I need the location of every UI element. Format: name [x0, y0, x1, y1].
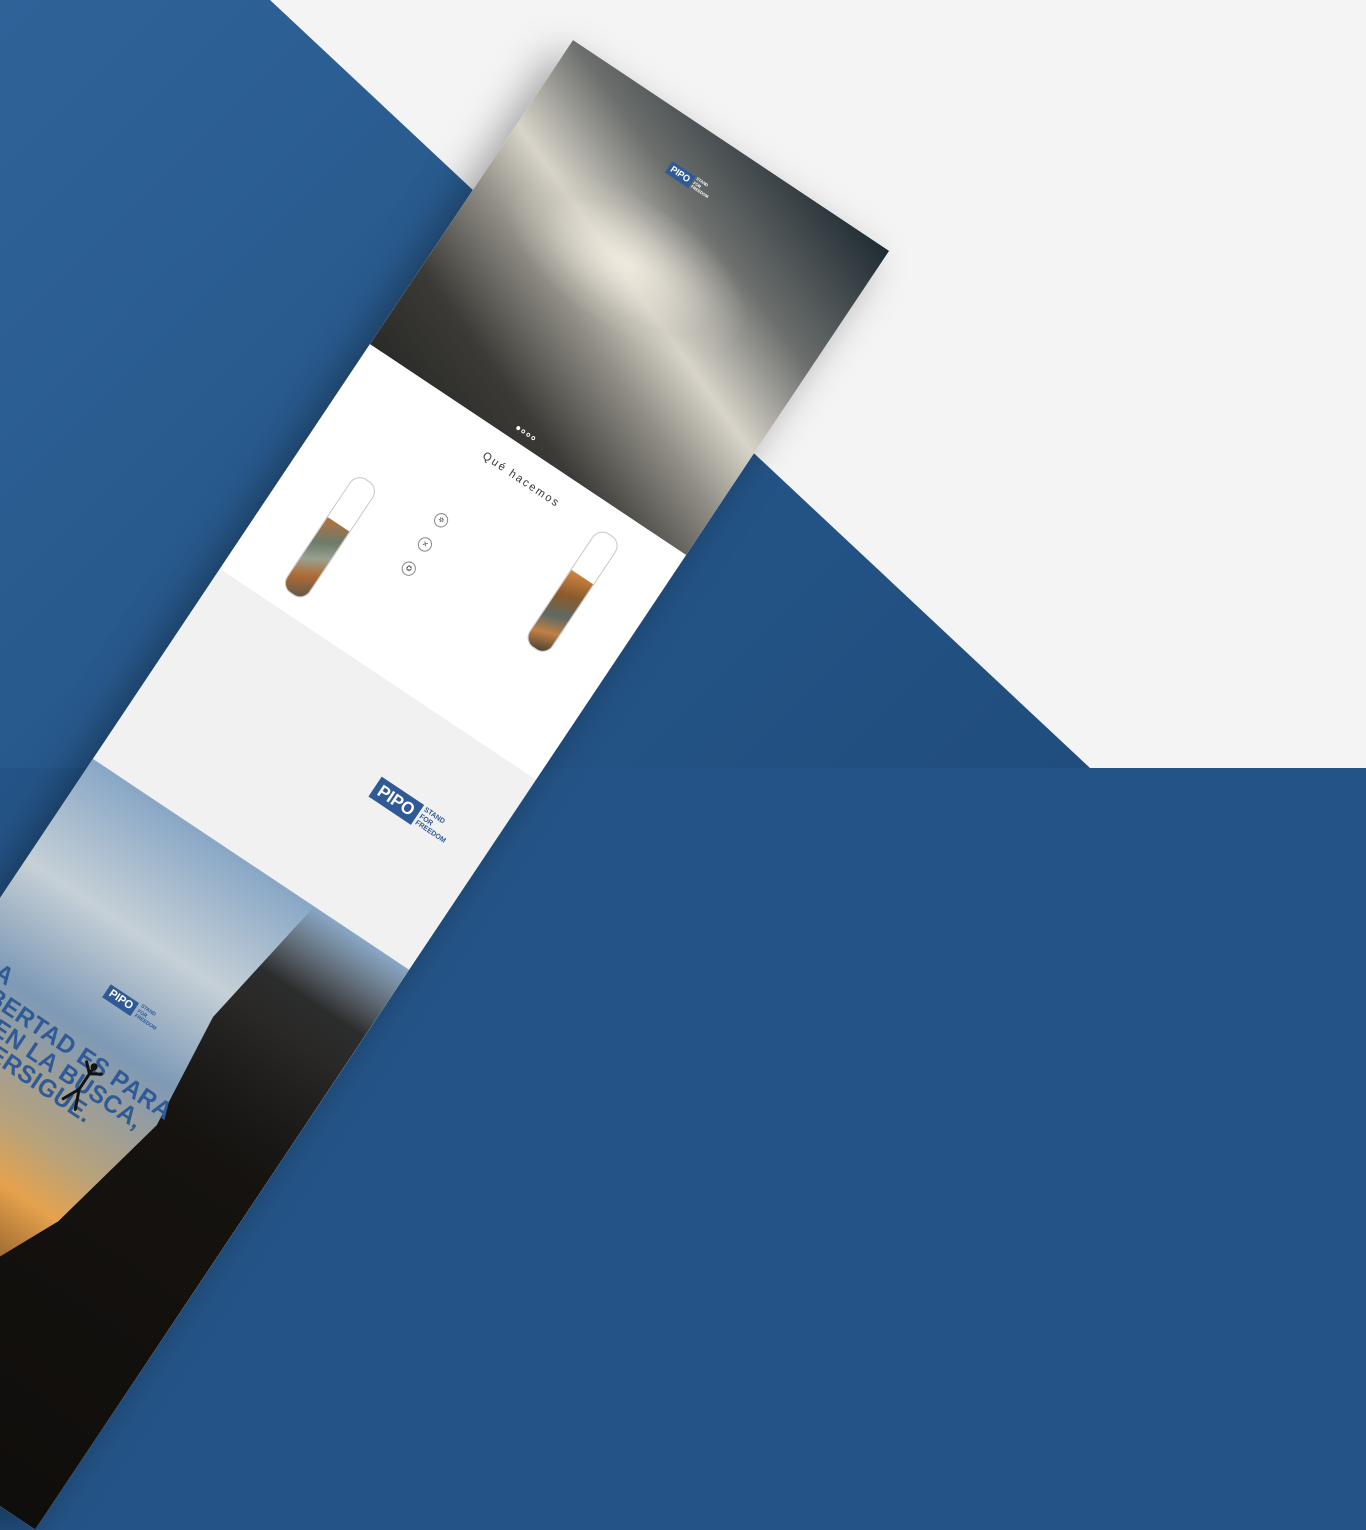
snowboard-image [280, 472, 380, 603]
slider-dot[interactable] [530, 435, 537, 441]
logo-tagline: STAND FOR FREEDOM [690, 176, 714, 199]
brand-logo: PIPO STAND FOR FREEDOM [368, 776, 455, 846]
logo-tagline: STAND FOR FREEDOM [413, 806, 455, 845]
logo-tagline: STAND FOR FREEDOM [133, 1003, 163, 1032]
logo-mark: PIPO [368, 776, 424, 825]
ski-icon: ✕ [415, 534, 435, 555]
nav-item[interactable] [596, 82, 602, 91]
nav-item[interactable] [754, 187, 760, 196]
gear-icon: ✲ [431, 510, 451, 531]
sunset-logo: PIPO STAND FOR FREEDOM [102, 983, 163, 1032]
nav-item[interactable] [675, 135, 681, 144]
logo-mark: PIPO [102, 984, 140, 1017]
logo-mark: PIPO [665, 160, 696, 188]
nav-item[interactable] [833, 240, 839, 249]
hero-slider-dots [515, 425, 537, 441]
mountain-silhouette [0, 864, 409, 1529]
website-mockup: PIPO STAND FOR FREEDOM Qué hacemos ✲ ✕ ✪… [0, 0, 1366, 1530]
web-page: PIPO STAND FOR FREEDOM Qué hacemos ✲ ✕ ✪… [0, 40, 890, 1530]
headline: LA LIBERTAD ES PARA QUIEN LA BUSCA, LA P… [0, 950, 206, 1175]
badge-icon: ✪ [398, 558, 419, 579]
brand-paragraph [175, 676, 316, 770]
